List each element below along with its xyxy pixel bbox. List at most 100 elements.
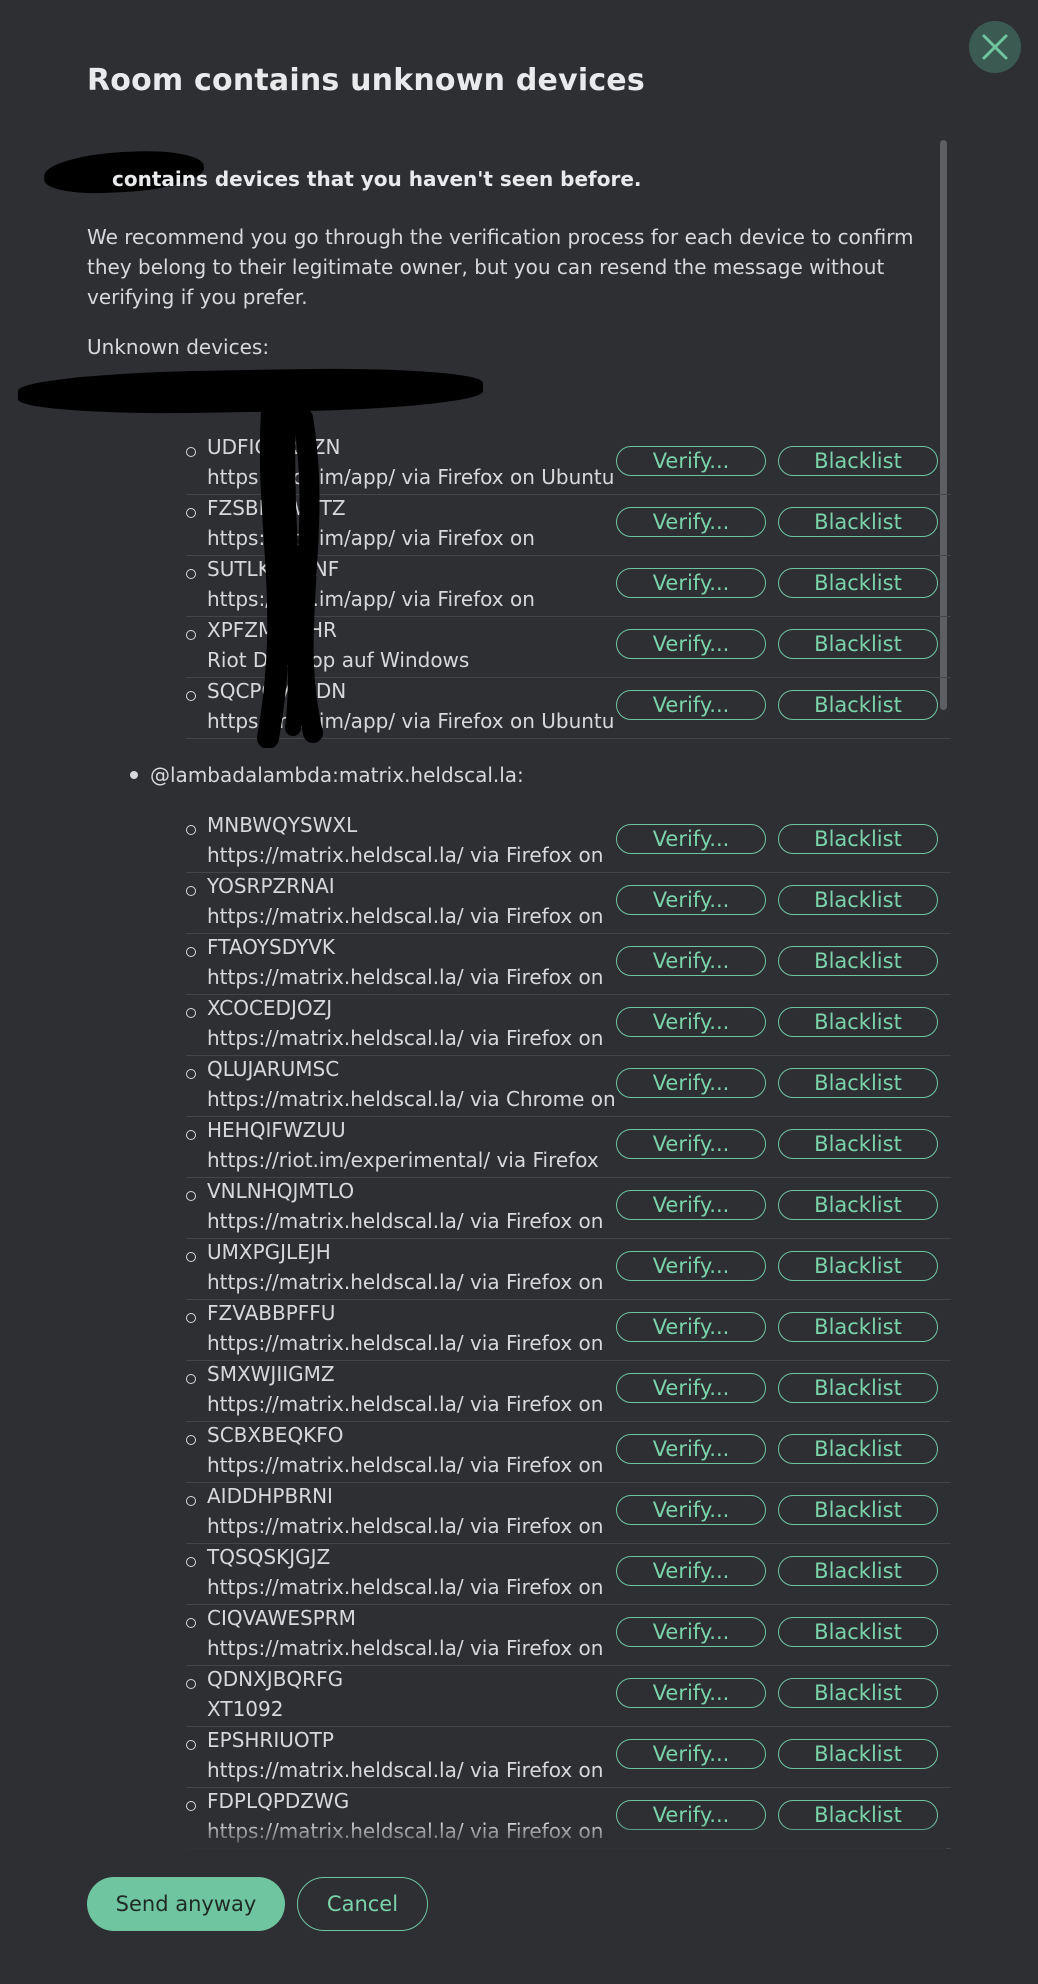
verify-button[interactable]: Verify... <box>616 1190 766 1220</box>
blacklist-button[interactable]: Blacklist <box>778 1251 938 1281</box>
user-id: @lambadalambda:matrix.heldscal.la: <box>150 763 524 787</box>
device-row: UMXPGJLEJH https://matrix.heldscal.la/ vi… <box>186 1238 951 1300</box>
bullet-icon <box>186 569 196 579</box>
verify-button[interactable]: Verify... <box>616 1251 766 1281</box>
device-row: EPSHRIUOTP https://matrix.heldscal.la/ vi… <box>186 1726 951 1788</box>
blacklist-button[interactable]: Blacklist <box>778 1678 938 1708</box>
send-anyway-button[interactable]: Send anyway <box>87 1877 285 1931</box>
device-row: FZVABBPFFU https://matrix.heldscal.la/ vi… <box>186 1299 951 1361</box>
bullet-icon <box>186 1313 196 1323</box>
verify-button[interactable]: Verify... <box>616 568 766 598</box>
blacklist-button[interactable]: Blacklist <box>778 824 938 854</box>
device-description: https://matrix.heldscal.la/ via Firefox … <box>207 1453 604 1477</box>
close-icon <box>982 34 1008 60</box>
device-description: https://matrix.heldscal.la/ via Firefox … <box>207 904 604 928</box>
device-row: VNLNHQJMTLO https://matrix.heldscal.la/ v… <box>186 1177 951 1239</box>
device-row: YOSRPZRNAI https://matrix.heldscal.la/ vi… <box>186 872 951 934</box>
bullet-icon <box>186 508 196 518</box>
device-id: TQSQSKJGJZ <box>207 1545 331 1569</box>
device-description: https://riot.im/experimental/ via Firefo… <box>207 1148 599 1172</box>
blacklist-button[interactable]: Blacklist <box>778 885 938 915</box>
verify-button[interactable]: Verify... <box>616 1373 766 1403</box>
blacklist-button[interactable]: Blacklist <box>778 1495 938 1525</box>
device-row: QDNXJBQRFG XT1092 Verify... Blacklist <box>186 1665 951 1727</box>
device-row: SMXWJIIGMZ https://matrix.heldscal.la/ vi… <box>186 1360 951 1422</box>
blacklist-button[interactable]: Blacklist <box>778 1068 938 1098</box>
device-id: FZVABBPFFU <box>207 1301 336 1325</box>
blacklist-button[interactable]: Blacklist <box>778 1556 938 1586</box>
blacklist-button[interactable]: Blacklist <box>778 1617 938 1647</box>
device-row: FTAOYSDYVK https://matrix.heldscal.la/ vi… <box>186 933 951 995</box>
verify-button[interactable]: Verify... <box>616 1495 766 1525</box>
blacklist-button[interactable]: Blacklist <box>778 446 938 476</box>
device-description: XT1092 <box>207 1697 284 1721</box>
verify-button[interactable]: Verify... <box>616 629 766 659</box>
verify-button[interactable]: Verify... <box>616 1068 766 1098</box>
verify-button[interactable]: Verify... <box>616 1129 766 1159</box>
bullet-icon <box>186 1130 196 1140</box>
bullet-icon <box>130 771 138 779</box>
device-row: HEHQIFWZUU https://riot.im/experimental/ … <box>186 1116 951 1178</box>
device-id: SMXWJIIGMZ <box>207 1362 335 1386</box>
device-description: https://matrix.heldscal.la/ via Firefox … <box>207 1514 604 1538</box>
device-id: XCOCEDJOZJ <box>207 996 333 1020</box>
blacklist-button[interactable]: Blacklist <box>778 507 938 537</box>
verify-button[interactable]: Verify... <box>616 1739 766 1769</box>
blacklist-button[interactable]: Blacklist <box>778 1739 938 1769</box>
verify-button[interactable]: Verify... <box>616 885 766 915</box>
blacklist-button[interactable]: Blacklist <box>778 690 938 720</box>
verify-button[interactable]: Verify... <box>616 690 766 720</box>
close-button[interactable] <box>969 21 1021 73</box>
blacklist-button[interactable]: Blacklist <box>778 1129 938 1159</box>
device-description: https://matrix.heldscal.la/ via Firefox … <box>207 1209 604 1233</box>
blacklist-button[interactable]: Blacklist <box>778 1373 938 1403</box>
blacklist-button[interactable]: Blacklist <box>778 1434 938 1464</box>
blacklist-button[interactable]: Blacklist <box>778 1312 938 1342</box>
verify-button[interactable]: Verify... <box>616 824 766 854</box>
device-id: FTAOYSDYVK <box>207 935 336 959</box>
cancel-button[interactable]: Cancel <box>297 1877 428 1931</box>
device-id: SCBXBEQKFO <box>207 1423 344 1447</box>
bullet-icon <box>186 1496 196 1506</box>
device-row: CIQVAWESPRM https://matrix.heldscal.la/ v… <box>186 1604 951 1666</box>
bullet-icon <box>186 1191 196 1201</box>
blacklist-button[interactable]: Blacklist <box>778 1190 938 1220</box>
bullet-icon <box>186 1069 196 1079</box>
blacklist-button[interactable]: Blacklist <box>778 1007 938 1037</box>
verify-button[interactable]: Verify... <box>616 1312 766 1342</box>
bullet-icon <box>186 1374 196 1384</box>
bullet-icon <box>186 947 196 957</box>
bullet-icon <box>186 886 196 896</box>
device-row: AIDDHPBRNI https://matrix.heldscal.la/ vi… <box>186 1482 951 1544</box>
device-description: https://matrix.heldscal.la/ via Firefox … <box>207 1758 604 1782</box>
blacklist-button[interactable]: Blacklist <box>778 946 938 976</box>
bullet-icon <box>186 1252 196 1262</box>
device-description: https://matrix.heldscal.la/ via Firefox … <box>207 1270 604 1294</box>
unknown-devices-label: Unknown devices: <box>87 335 270 359</box>
verify-button[interactable]: Verify... <box>616 1434 766 1464</box>
verify-button[interactable]: Verify... <box>616 1617 766 1647</box>
blacklist-button[interactable]: Blacklist <box>778 629 938 659</box>
device-row: XCOCEDJOZJ https://matrix.heldscal.la/ vi… <box>186 994 951 1056</box>
device-id: QDNXJBQRFG <box>207 1667 344 1691</box>
device-row: QLUJARUMSC https://matrix.heldscal.la/ vi… <box>186 1055 951 1117</box>
blacklist-button[interactable]: Blacklist <box>778 568 938 598</box>
device-description: https://matrix.heldscal.la/ via Firefox … <box>207 965 604 989</box>
verify-button[interactable]: Verify... <box>616 1678 766 1708</box>
bullet-icon <box>186 1557 196 1567</box>
bullet-icon <box>186 825 196 835</box>
dialog-title: Room contains unknown devices <box>87 63 645 98</box>
verify-button[interactable]: Verify... <box>616 1556 766 1586</box>
device-row: TQSQSKJGJZ https://matrix.heldscal.la/ vi… <box>186 1543 951 1605</box>
device-id: UMXPGJLEJH <box>207 1240 331 1264</box>
verify-button[interactable]: Verify... <box>616 946 766 976</box>
device-description: https://matrix.heldscal.la/ via Firefox … <box>207 1392 604 1416</box>
device-row: SCBXBEQKFO https://matrix.heldscal.la/ vi… <box>186 1421 951 1483</box>
verify-button[interactable]: Verify... <box>616 507 766 537</box>
bullet-icon <box>186 1801 196 1811</box>
device-row: MNBWQYSWXL https://matrix.heldscal.la/ vi… <box>186 811 951 873</box>
bullet-icon <box>186 1679 196 1689</box>
verify-button[interactable]: Verify... <box>616 1007 766 1037</box>
device-id: VNLNHQJMTLO <box>207 1179 355 1203</box>
verify-button[interactable]: Verify... <box>616 446 766 476</box>
